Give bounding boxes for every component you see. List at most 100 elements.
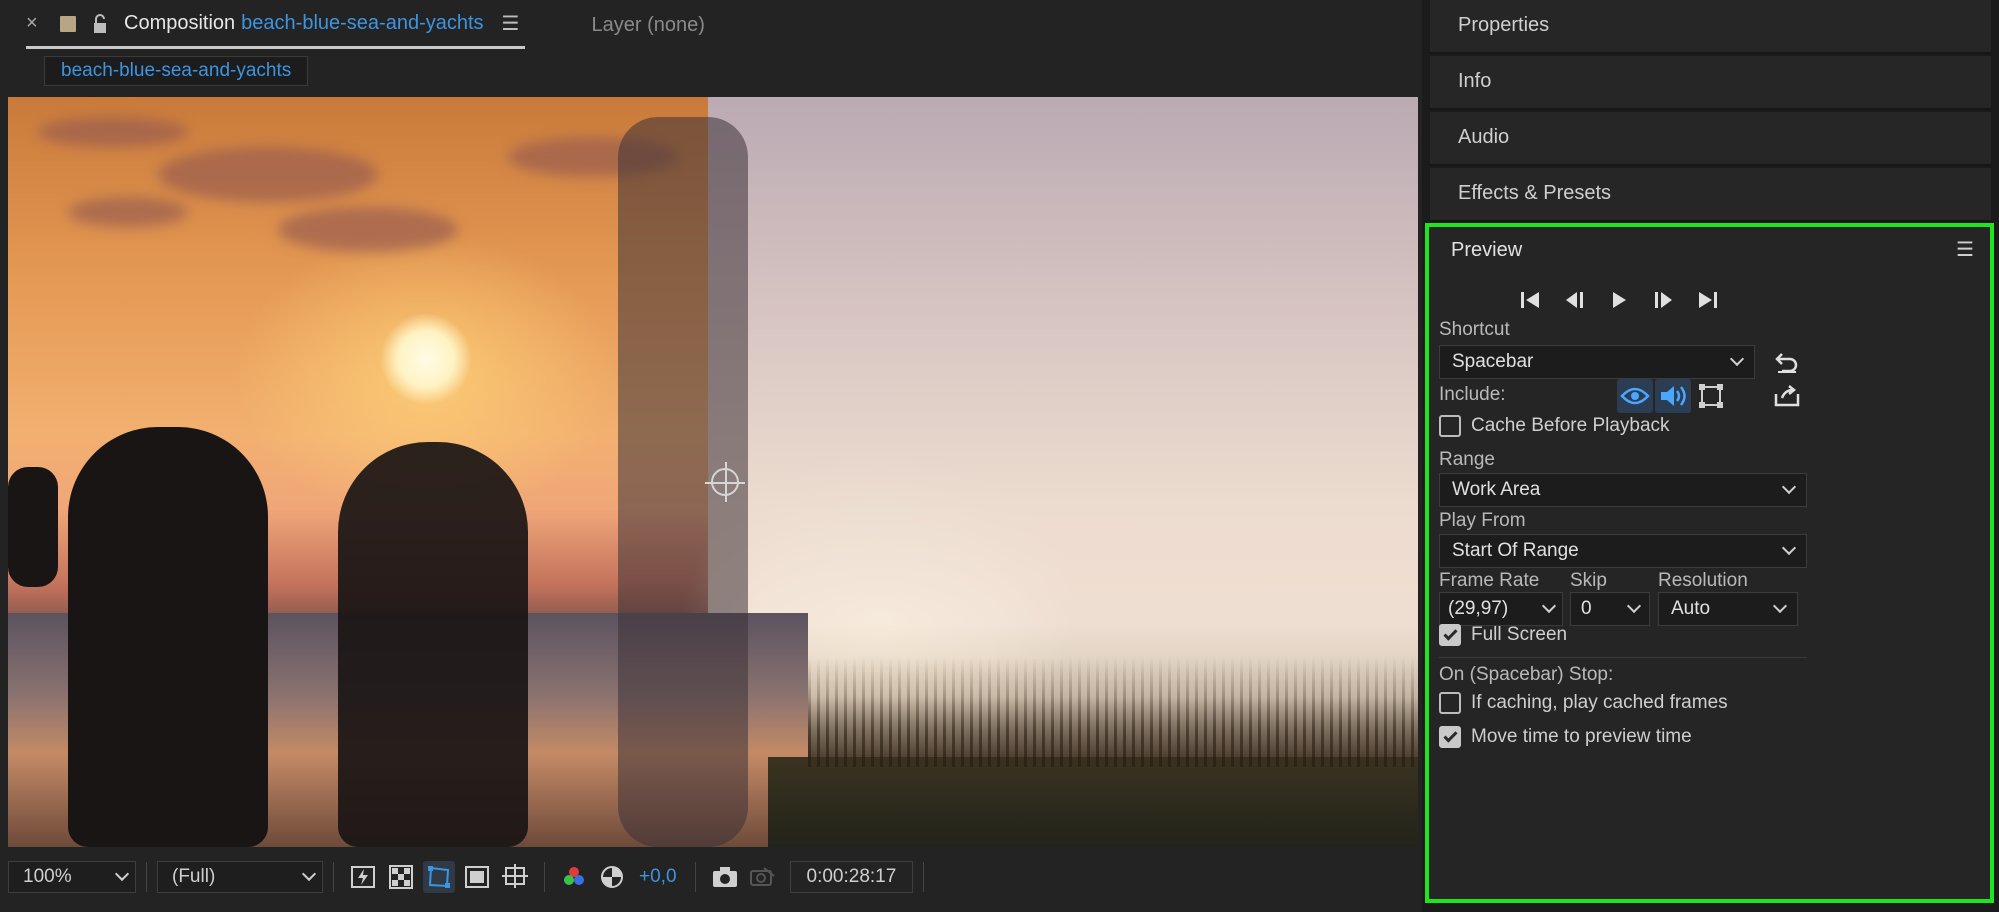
region-of-interest-icon[interactable] [461, 861, 493, 893]
skip-value: 0 [1581, 598, 1592, 619]
chevron-down-icon [1772, 598, 1788, 614]
toolbar-divider [146, 862, 147, 892]
skip-dropdown[interactable]: 0 [1570, 592, 1650, 626]
full-screen-label: Full Screen [1471, 624, 1568, 645]
magnification-value: 100% [23, 866, 72, 887]
export-output-icon[interactable] [1769, 379, 1805, 413]
anchor-point-icon[interactable] [705, 462, 745, 502]
checkbox[interactable] [1439, 415, 1461, 437]
breadcrumb-row: beach-blue-sea-and-yachts [0, 50, 1422, 95]
right-panel-column: Properties Info Audio Effects & Presets … [1422, 0, 1999, 912]
checkbox[interactable] [1439, 624, 1461, 646]
move-time-checkbox[interactable]: Move time to preview time [1439, 726, 1692, 748]
checkbox[interactable] [1439, 692, 1461, 714]
frame-rate-dropdown[interactable]: (29,97) [1439, 592, 1563, 626]
include-audio-speaker-icon[interactable] [1655, 379, 1691, 413]
current-time-display[interactable]: 0:00:28:17 [789, 861, 914, 893]
cache-before-playback-label: Cache Before Playback [1471, 415, 1670, 436]
tab-title: Composition [124, 12, 236, 34]
chevron-down-icon [301, 866, 317, 882]
grid-guides-icon[interactable] [499, 861, 531, 893]
treeline [808, 657, 1418, 767]
range-dropdown[interactable]: Work Area [1439, 473, 1807, 507]
magnification-dropdown[interactable]: 100% [8, 861, 136, 893]
shortcut-dropdown[interactable]: Spacebar [1439, 345, 1755, 379]
chevron-down-icon [1781, 540, 1797, 556]
cloud [38, 117, 188, 147]
if-caching-checkbox[interactable]: If caching, play cached frames [1439, 692, 1728, 714]
info-panel-header[interactable]: Info [1430, 56, 1991, 110]
tab-composition[interactable]: × Composition beach-blue-sea-and-yachts … [26, 1, 526, 49]
frame-rate-value: (29,97) [1448, 598, 1509, 619]
include-overlays-icon[interactable] [1693, 379, 1729, 413]
cloud [158, 147, 378, 202]
panel-menu-icon[interactable]: ☰ [1956, 237, 1974, 262]
tab-layer[interactable]: Layer (none) [591, 0, 704, 50]
snapshot-camera-icon[interactable] [709, 861, 741, 893]
mask-visibility-icon[interactable] [423, 861, 455, 893]
full-screen-checkbox[interactable]: Full Screen [1439, 624, 1567, 646]
move-time-label: Move time to preview time [1471, 726, 1692, 747]
composition-viewer[interactable] [8, 97, 1418, 847]
cloud [278, 207, 458, 252]
next-frame-icon[interactable] [1647, 287, 1679, 313]
skip-label: Skip [1570, 570, 1607, 591]
reset-icon[interactable] [1769, 345, 1805, 379]
on-stop-label: On (Spacebar) Stop: [1439, 664, 1614, 685]
preview-resolution-value: Auto [1671, 598, 1711, 619]
properties-panel-header[interactable]: Properties [1430, 0, 1991, 54]
frame-rate-label: Frame Rate [1439, 570, 1540, 591]
silhouette-arm [8, 467, 58, 587]
chevron-down-icon [114, 866, 130, 882]
play-from-dropdown[interactable]: Start Of Range [1439, 534, 1807, 568]
panel-menu-icon[interactable]: ☰ [502, 11, 520, 36]
if-caching-label: If caching, play cached frames [1471, 692, 1728, 713]
show-snapshot-icon[interactable] [747, 861, 779, 893]
chevron-down-icon [1781, 479, 1797, 495]
play-icon[interactable] [1603, 287, 1635, 313]
silhouette-woman-right [338, 442, 528, 847]
label-color-swatch[interactable] [60, 15, 76, 32]
include-video-eye-icon[interactable] [1617, 379, 1653, 413]
composition-panel: × Composition beach-blue-sea-and-yachts … [0, 0, 1422, 912]
resolution-label: Resolution [1658, 570, 1748, 591]
chevron-down-icon [1541, 598, 1557, 614]
resolution-value: (Full) [172, 866, 216, 887]
range-value: Work Area [1452, 479, 1541, 500]
transparency-grid-icon[interactable] [385, 861, 417, 893]
shortcut-value: Spacebar [1452, 351, 1534, 372]
checkbox[interactable] [1439, 726, 1461, 748]
chevron-down-icon [1729, 351, 1745, 367]
include-label: Include: [1439, 384, 1506, 405]
toolbar-divider [544, 862, 545, 892]
tab-comp-name[interactable]: beach-blue-sea-and-yachts [241, 12, 483, 35]
close-icon[interactable]: × [26, 12, 50, 35]
range-label: Range [1439, 449, 1495, 470]
ground [768, 757, 1418, 847]
cache-before-playback-checkbox[interactable]: Cache Before Playback [1439, 415, 1670, 437]
audio-panel-header[interactable]: Audio [1430, 112, 1991, 166]
preview-resolution-dropdown[interactable]: Auto [1658, 592, 1798, 626]
chevron-down-icon [1626, 598, 1642, 614]
section-divider [1439, 657, 1807, 658]
first-frame-icon[interactable] [1515, 287, 1547, 313]
shortcut-label: Shortcut [1439, 319, 1510, 340]
toolbar-divider [694, 862, 696, 892]
toolbar-divider [333, 862, 334, 892]
exposure-reset-icon[interactable] [596, 861, 628, 893]
previous-frame-icon[interactable] [1559, 287, 1591, 313]
breadcrumb[interactable]: beach-blue-sea-and-yachts [44, 56, 309, 86]
last-frame-icon[interactable] [1691, 287, 1723, 313]
play-from-label: Play From [1439, 510, 1526, 531]
viewer-toolbar: 100% (Full) +0,0 0:00:28:17 [8, 857, 1422, 897]
exposure-value[interactable]: +0,0 [639, 866, 677, 888]
color-channels-icon[interactable] [558, 861, 590, 893]
toolbar-divider [923, 862, 925, 892]
playback-controls [1515, 287, 1723, 313]
lock-icon[interactable] [92, 13, 108, 34]
silhouette-woman-left [68, 427, 268, 847]
cloud [68, 197, 188, 227]
resolution-dropdown[interactable]: (Full) [157, 861, 323, 893]
effects-presets-panel-header[interactable]: Effects & Presets [1430, 168, 1991, 222]
fast-previews-icon[interactable] [347, 861, 379, 893]
